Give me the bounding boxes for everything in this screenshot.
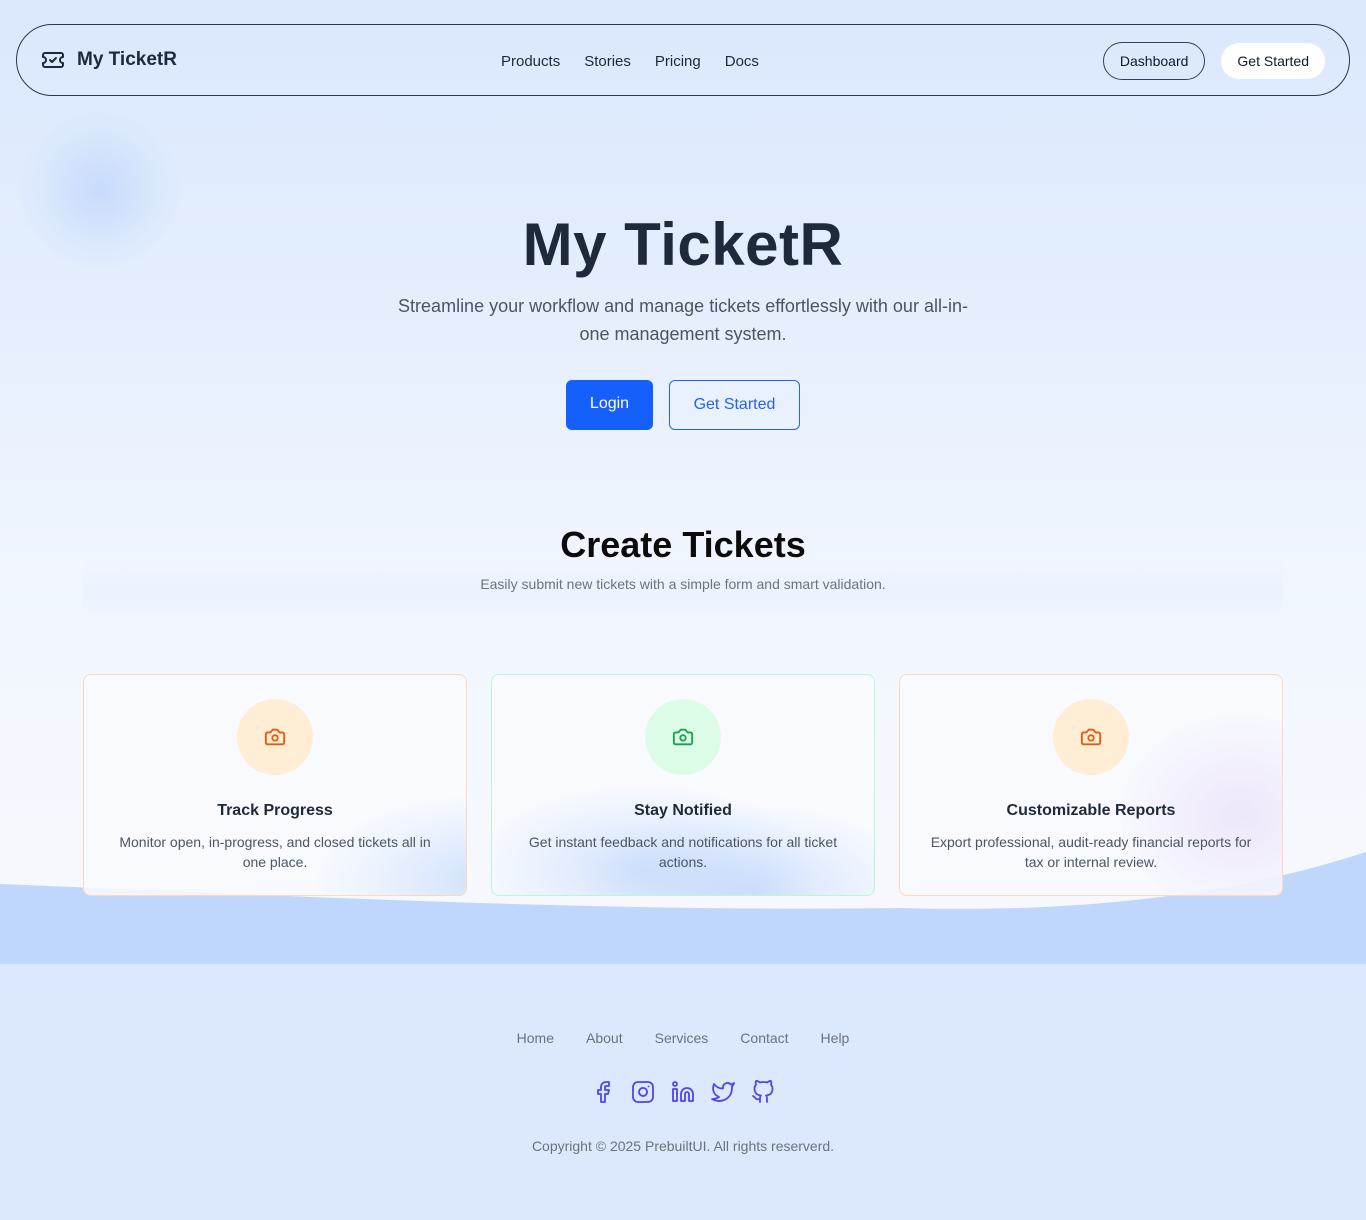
hero-title: My TicketR	[522, 211, 844, 278]
footer-links: Home About Services Contact Help	[0, 1030, 1366, 1046]
dashboard-button[interactable]: Dashboard	[1102, 42, 1206, 80]
footer-link-about[interactable]: About	[586, 1030, 623, 1046]
nav-link-stories[interactable]: Stories	[584, 53, 631, 70]
camera-icon	[1080, 728, 1102, 746]
brand-name: My TicketR	[77, 49, 177, 70]
login-button[interactable]: Login	[566, 380, 653, 430]
github-link[interactable]	[750, 1078, 776, 1106]
nav-link-docs[interactable]: Docs	[725, 53, 759, 70]
instagram-icon	[632, 1081, 654, 1103]
card-text: Get instant feedback and notifications f…	[528, 834, 838, 870]
feature-card-customizable-reports: Customizable Reports Export professional…	[899, 674, 1283, 896]
hero-buttons: Login Get Started	[0, 380, 1366, 430]
feature-card-track-progress: Track Progress Monitor open, in-progress…	[83, 674, 467, 896]
nav-links: Products Stories Pricing Docs	[501, 25, 759, 97]
facebook-icon	[597, 1081, 610, 1103]
section-subtitle: Easily submit new tickets with a simple …	[480, 576, 886, 592]
section-title: Create Tickets	[560, 524, 806, 565]
copyright-text: Copyright © 2025 PrebuiltUI. All rights …	[531, 1138, 835, 1154]
feature-card-stay-notified: Stay Notified Get instant feedback and n…	[491, 674, 875, 896]
camera-icon	[264, 728, 286, 746]
twitter-icon	[711, 1082, 735, 1102]
hero-subtitle: Streamline your workflow and manage tick…	[398, 296, 968, 344]
icon-badge	[237, 699, 313, 775]
nav-actions: Dashboard Get Started	[1102, 40, 1325, 80]
footer-link-help[interactable]: Help	[821, 1030, 850, 1046]
hero-get-started-button[interactable]: Get Started	[669, 380, 800, 430]
feature-cards: Track Progress Monitor open, in-progress…	[83, 674, 1283, 896]
footer-link-home[interactable]: Home	[517, 1030, 554, 1046]
card-title: Customizable Reports	[1006, 802, 1176, 819]
linkedin-link[interactable]	[670, 1078, 696, 1106]
camera-icon	[672, 728, 694, 746]
card-title: Track Progress	[217, 802, 333, 819]
twitter-link[interactable]	[710, 1078, 736, 1106]
nav-get-started-button[interactable]: Get Started	[1221, 43, 1325, 79]
footer-link-contact[interactable]: Contact	[740, 1030, 788, 1046]
social-links	[0, 1078, 1366, 1106]
icon-badge	[645, 699, 721, 775]
top-navbar: My TicketR Products Stories Pricing Docs…	[16, 24, 1350, 96]
facebook-link[interactable]	[590, 1078, 616, 1106]
ticket-check-icon	[42, 52, 64, 68]
github-icon	[752, 1080, 774, 1103]
icon-badge	[1053, 699, 1129, 775]
instagram-link[interactable]	[630, 1078, 656, 1106]
card-title: Stay Notified	[634, 802, 732, 819]
linkedin-icon	[672, 1081, 694, 1102]
card-text: Monitor open, in-progress, and closed ti…	[119, 834, 431, 870]
brand[interactable]: My TicketR	[41, 48, 177, 72]
nav-link-pricing[interactable]: Pricing	[655, 53, 701, 70]
card-text: Export professional, audit-ready financi…	[930, 834, 1252, 870]
footer-link-services[interactable]: Services	[655, 1030, 709, 1046]
nav-link-products[interactable]: Products	[501, 53, 560, 70]
